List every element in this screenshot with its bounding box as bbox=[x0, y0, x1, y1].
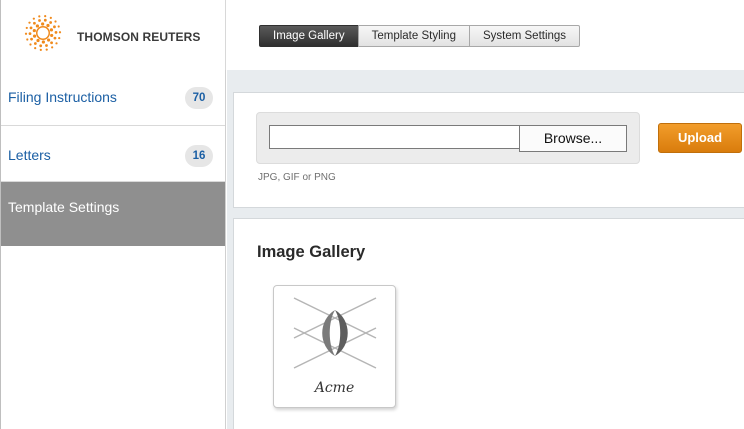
count-badge: 16 bbox=[185, 145, 213, 167]
thomson-reuters-logo-icon bbox=[24, 15, 62, 51]
sidebar-item-label: Template Settings bbox=[8, 199, 120, 215]
tab-image-gallery[interactable]: Image Gallery bbox=[259, 25, 359, 47]
file-picker: Browse... bbox=[256, 112, 640, 164]
tab-system-settings[interactable]: System Settings bbox=[468, 25, 581, 47]
upload-panel: Browse... JPG, GIF or PNG Upload bbox=[233, 92, 744, 208]
tab-bar: Image Gallery Template Styling System Se… bbox=[259, 25, 581, 47]
upload-button[interactable]: Upload bbox=[658, 123, 742, 153]
gallery-image-thumbnail[interactable]: Acme bbox=[273, 285, 396, 408]
gallery-panel: Image Gallery Acme bbox=[233, 218, 744, 429]
gallery-title: Image Gallery bbox=[257, 243, 366, 261]
count-badge: 70 bbox=[185, 87, 213, 109]
file-path-input[interactable] bbox=[269, 125, 519, 149]
sidebar: Filing Instructions 70 Letters 16 Templa… bbox=[1, 70, 226, 429]
sidebar-item-filing-instructions[interactable]: Filing Instructions 70 bbox=[1, 70, 225, 126]
main-content: Browse... JPG, GIF or PNG Upload Image G… bbox=[227, 70, 744, 429]
sidebar-item-label: Filing Instructions bbox=[8, 89, 117, 105]
file-type-hint: JPG, GIF or PNG bbox=[258, 172, 336, 183]
app-window: THOMSON REUTERS Image Gallery Template S… bbox=[0, 0, 744, 429]
sidebar-item-label: Letters bbox=[8, 147, 51, 163]
image-caption: Acme bbox=[314, 380, 355, 396]
tab-template-styling[interactable]: Template Styling bbox=[357, 25, 470, 47]
brand-header: THOMSON REUTERS bbox=[1, 0, 226, 70]
browse-button[interactable]: Browse... bbox=[519, 125, 627, 152]
acme-logo-icon bbox=[293, 297, 377, 369]
sidebar-item-template-settings[interactable]: Template Settings bbox=[1, 182, 225, 246]
top-navigation: Image Gallery Template Styling System Se… bbox=[227, 0, 744, 70]
brand-name: THOMSON REUTERS bbox=[77, 30, 201, 44]
sidebar-item-letters[interactable]: Letters 16 bbox=[1, 126, 225, 182]
